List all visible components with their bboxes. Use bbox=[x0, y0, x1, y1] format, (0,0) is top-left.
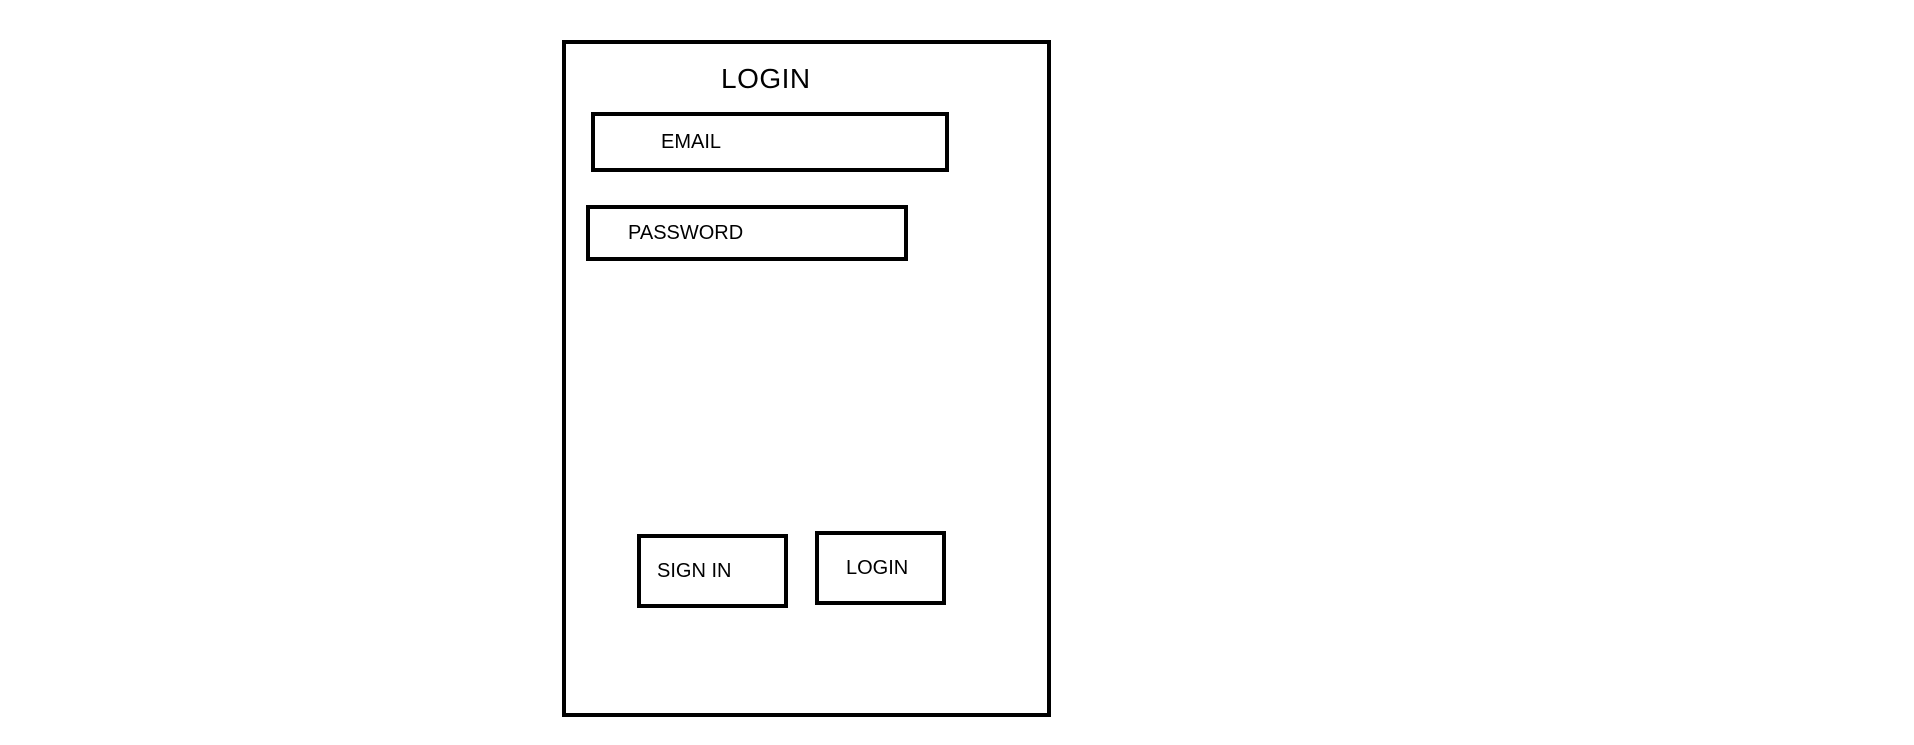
password-field[interactable]: PASSWORD bbox=[586, 205, 908, 261]
password-field-label: PASSWORD bbox=[628, 221, 744, 244]
email-field[interactable]: EMAIL bbox=[591, 112, 949, 172]
sign-in-button-label: SIGN IN bbox=[657, 559, 732, 582]
sign-in-button[interactable]: SIGN IN bbox=[637, 534, 788, 608]
email-field-label: EMAIL bbox=[661, 130, 722, 153]
page-title: LOGIN bbox=[721, 63, 811, 94]
login-button[interactable]: LOGIN bbox=[815, 531, 946, 605]
login-button-label: LOGIN bbox=[846, 556, 909, 579]
